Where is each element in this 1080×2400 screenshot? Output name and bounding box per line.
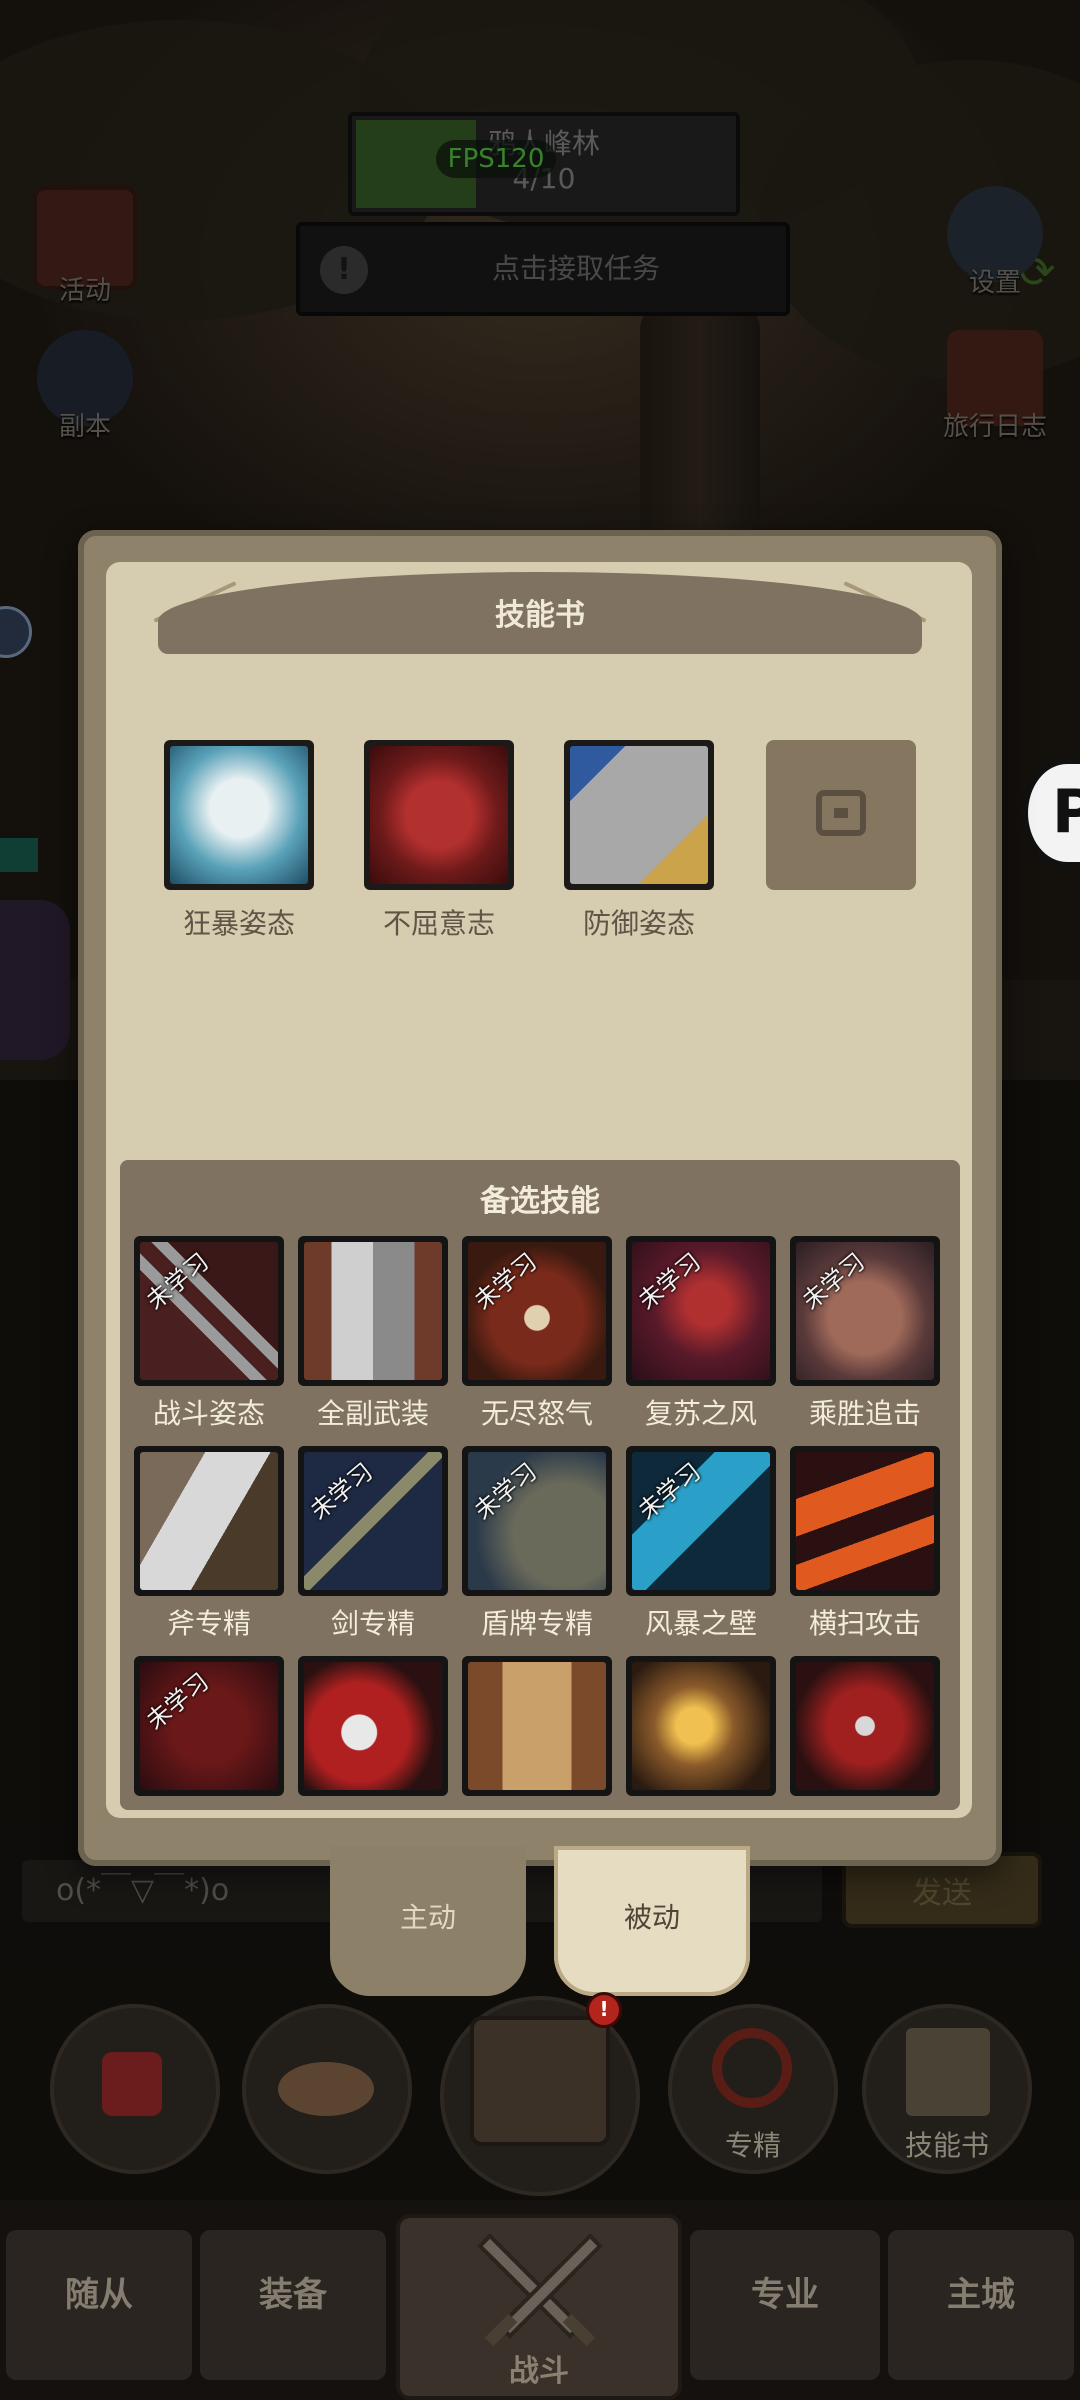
skill-icon	[796, 1452, 934, 1590]
equipped-skill-name: 狂暴姿态	[182, 907, 295, 940]
skill-book-button[interactable]: 技能书	[862, 2004, 1032, 2174]
tab-passive[interactable]: 被动	[554, 1846, 750, 1996]
candidate-skill[interactable]: 横扫攻击	[790, 1446, 940, 1642]
tab-active-label: 主动	[399, 1901, 456, 1934]
candidate-skill-name: 复苏之风	[644, 1397, 757, 1430]
candidate-skill[interactable]: 未学习 战斗姿态	[134, 1236, 284, 1432]
tab-active[interactable]: 主动	[330, 1846, 526, 1996]
skill-icon	[468, 1662, 606, 1790]
candidate-skill-name: 横扫攻击	[808, 1607, 921, 1640]
candidate-skill[interactable]	[462, 1656, 612, 1796]
nav-profession[interactable]: 专业	[690, 2230, 880, 2380]
lock-icon	[816, 790, 866, 836]
candidate-skill-name: 无尽怒气	[480, 1397, 593, 1430]
candidate-skill[interactable]: 未学习 复苏之风	[626, 1236, 776, 1432]
skill-icon	[796, 1662, 934, 1790]
candidate-skill-name: 全副武装	[316, 1397, 429, 1430]
food-slot[interactable]	[242, 2004, 412, 2174]
candidate-skill[interactable]: 斧专精	[134, 1446, 284, 1642]
equipped-skill-slot[interactable]: 狂暴姿态	[164, 740, 314, 942]
candidate-skill[interactable]: 未学习 盾牌专精	[462, 1446, 612, 1642]
specialization-button[interactable]: 专精	[668, 2004, 838, 2174]
candidate-skill[interactable]: 未学习 风暴之壁	[626, 1446, 776, 1642]
candidate-skill-name: 盾牌专精	[480, 1607, 593, 1640]
chest-icon	[470, 2016, 610, 2146]
book-icon	[906, 2028, 990, 2116]
candidate-skill[interactable]: 未学习 剑专精	[298, 1446, 448, 1642]
candidate-skill[interactable]: 全副武装	[298, 1236, 448, 1432]
specialization-label: 专精	[724, 2129, 781, 2162]
berserker-stance-icon	[170, 746, 308, 884]
skill-icon	[140, 1452, 278, 1590]
notification-badge: !	[586, 1992, 622, 2028]
skill-icon	[304, 1662, 442, 1790]
skill-icon	[632, 1662, 770, 1790]
equipped-skill-slot[interactable]: 不屈意志	[364, 740, 514, 942]
nav-equipment[interactable]: 装备	[200, 2230, 386, 2380]
equipped-skill-name: 防御姿态	[582, 907, 695, 940]
candidate-skill-name: 剑专精	[330, 1607, 415, 1640]
potion-slot[interactable]	[50, 2004, 220, 2174]
bread-icon	[278, 2062, 374, 2116]
candidate-skill-name: 风暴之壁	[644, 1607, 757, 1640]
equipped-skill-name: 不屈意志	[382, 907, 495, 940]
candidate-skill[interactable]	[626, 1656, 776, 1796]
candidate-skill[interactable]	[298, 1656, 448, 1796]
candidate-skills-title: 备选技能	[480, 1184, 600, 1219]
nav-battle[interactable]: 战斗	[396, 2214, 682, 2400]
crossed-swords-icon	[477, 2233, 603, 2347]
locked-skill-slot[interactable]	[766, 740, 916, 890]
candidate-skill-name: 乘胜追击	[808, 1397, 921, 1430]
candidate-skill-name: 战斗姿态	[152, 1397, 265, 1430]
target-icon	[712, 2028, 792, 2108]
shield-icon	[570, 746, 708, 884]
tab-passive-label: 被动	[623, 1901, 680, 1934]
skill-book-label: 技能书	[904, 2129, 989, 2162]
candidate-skill[interactable]: 未学习 无尽怒气	[462, 1236, 612, 1432]
nav-main-city[interactable]: 主城	[888, 2230, 1074, 2380]
candidate-skill[interactable]: 未学习 乘胜追击	[790, 1236, 940, 1432]
candidate-skill[interactable]	[790, 1656, 940, 1796]
skill-book-title: 技能书	[495, 598, 585, 633]
nav-battle-label: 战斗	[509, 2354, 569, 2389]
equipped-skill-slot[interactable]: 防御姿态	[564, 740, 714, 942]
fist-icon	[370, 746, 508, 884]
skill-icon	[304, 1242, 442, 1380]
candidate-skill[interactable]: 未学习	[134, 1656, 284, 1796]
candidate-skill-name: 斧专精	[166, 1607, 251, 1640]
potion-icon	[102, 2052, 162, 2116]
nav-followers[interactable]: 随从	[6, 2230, 192, 2380]
